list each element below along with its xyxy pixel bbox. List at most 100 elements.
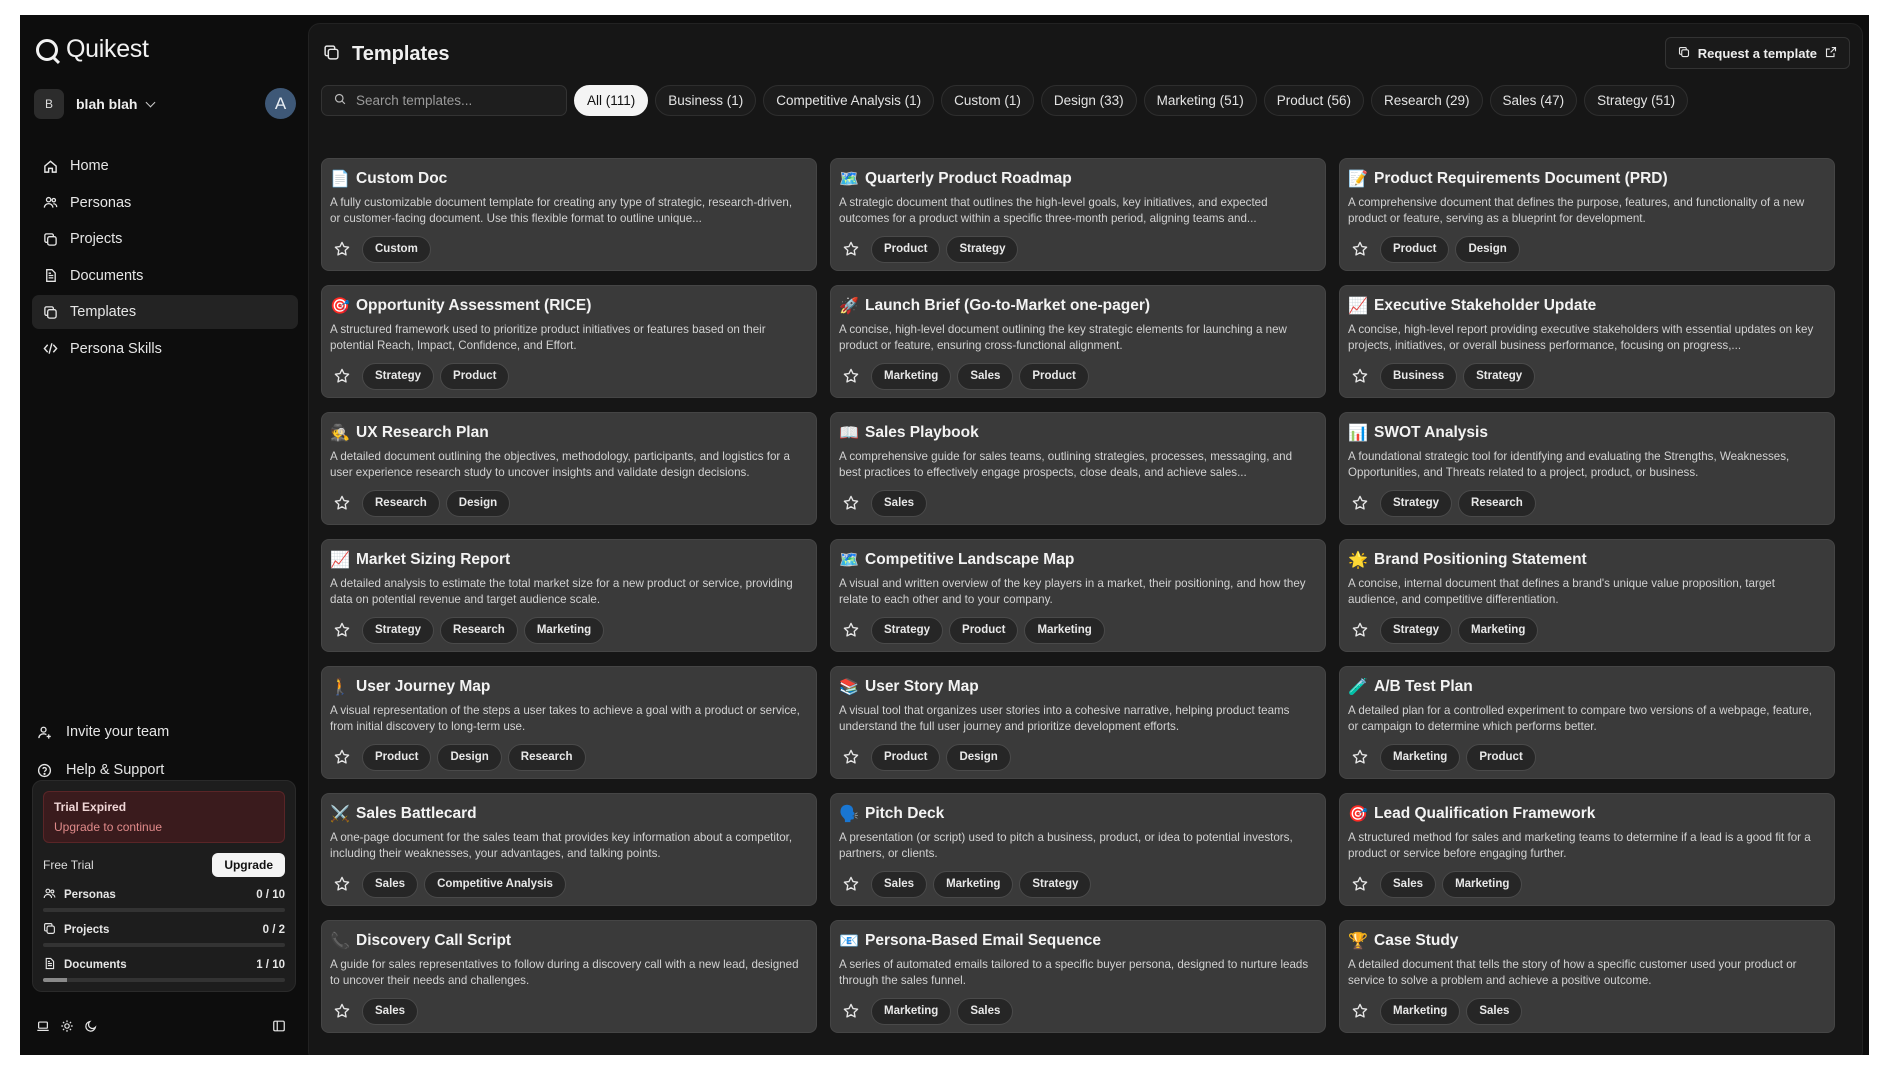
sidebar-item-personas[interactable]: Personas bbox=[32, 186, 298, 220]
tag-badge[interactable]: Strategy bbox=[362, 616, 435, 644]
search-input[interactable] bbox=[356, 93, 556, 108]
template-card[interactable]: 📞 Discovery Call Script A guide for sale… bbox=[321, 920, 817, 1033]
tag-badge[interactable]: Sales bbox=[362, 870, 419, 898]
sidebar-toggle-icon[interactable] bbox=[272, 1019, 286, 1033]
tag-badge[interactable]: Product bbox=[440, 362, 510, 390]
tag-badge[interactable]: Marketing bbox=[1442, 870, 1523, 898]
tag-badge[interactable]: Sales bbox=[871, 489, 928, 517]
tag-badge[interactable]: Marketing bbox=[871, 362, 952, 390]
tag-badge[interactable]: Marketing bbox=[523, 616, 605, 644]
template-card[interactable]: 🎯 Lead Qualification Framework A structu… bbox=[1339, 793, 1835, 906]
filter-chip[interactable]: All (111) bbox=[574, 85, 649, 116]
trial-expired-alert[interactable]: Trial Expired Upgrade to continue bbox=[43, 791, 285, 843]
user-avatar[interactable]: A bbox=[265, 88, 296, 119]
tag-badge[interactable]: Custom bbox=[362, 235, 431, 263]
tag-badge[interactable]: Marketing bbox=[871, 997, 952, 1025]
star-icon[interactable] bbox=[1346, 870, 1374, 898]
filter-chip[interactable]: Custom (1) bbox=[941, 85, 1034, 116]
tag-badge[interactable]: Design bbox=[946, 743, 1011, 771]
search-box[interactable] bbox=[321, 85, 567, 116]
filter-chip[interactable]: Competitive Analysis (1) bbox=[763, 85, 935, 116]
template-card[interactable]: 🕵️ UX Research Plan A detailed document … bbox=[321, 412, 817, 525]
tag-badge[interactable]: Sales bbox=[871, 870, 928, 898]
star-icon[interactable] bbox=[837, 616, 865, 644]
star-icon[interactable] bbox=[328, 870, 356, 898]
star-icon[interactable] bbox=[328, 489, 356, 517]
account-switcher[interactable]: B blah blah A bbox=[34, 88, 296, 120]
tag-badge[interactable]: Product bbox=[362, 743, 432, 771]
filter-chip[interactable]: Research (29) bbox=[1371, 85, 1483, 116]
sidebar-item-templates[interactable]: Templates bbox=[32, 295, 298, 330]
template-card[interactable]: 📖 Sales Playbook A comprehensive guide f… bbox=[830, 412, 1326, 525]
star-icon[interactable] bbox=[328, 235, 356, 263]
template-card[interactable]: 🏆 Case Study A detailed document that te… bbox=[1339, 920, 1835, 1033]
template-card[interactable]: 🚶 User Journey Map A visual representati… bbox=[321, 666, 817, 779]
star-icon[interactable] bbox=[328, 616, 356, 644]
star-icon[interactable] bbox=[328, 997, 356, 1025]
tag-badge[interactable]: Sales bbox=[362, 997, 419, 1025]
sidebar-item-home[interactable]: Home bbox=[32, 149, 298, 183]
tag-badge[interactable]: Strategy bbox=[1380, 616, 1453, 644]
tag-badge[interactable]: Strategy bbox=[946, 235, 1019, 263]
tag-badge[interactable]: Product bbox=[871, 235, 941, 263]
template-card[interactable]: 🚀 Launch Brief (Go-to-Market one-pager) … bbox=[830, 285, 1326, 398]
tag-badge[interactable]: Business bbox=[1380, 362, 1458, 390]
filter-chip[interactable]: Marketing (51) bbox=[1143, 85, 1257, 116]
star-icon[interactable] bbox=[837, 743, 865, 771]
star-icon[interactable] bbox=[1346, 743, 1374, 771]
template-card[interactable]: 🧪 A/B Test Plan A detailed plan for a co… bbox=[1339, 666, 1835, 779]
tag-badge[interactable]: Strategy bbox=[362, 362, 435, 390]
star-icon[interactable] bbox=[837, 362, 865, 390]
template-card[interactable]: 📝 Product Requirements Document (PRD) A … bbox=[1339, 158, 1835, 271]
filter-chip[interactable]: Strategy (51) bbox=[1584, 85, 1689, 116]
filter-chip[interactable]: Product (56) bbox=[1263, 85, 1364, 116]
template-card[interactable]: 🗺️ Quarterly Product Roadmap A strategic… bbox=[830, 158, 1326, 271]
tag-badge[interactable]: Marketing bbox=[1380, 743, 1461, 771]
template-card[interactable]: 🌟 Brand Positioning Statement A concise,… bbox=[1339, 539, 1835, 652]
tag-badge[interactable]: Design bbox=[1455, 235, 1520, 263]
laptop-icon[interactable] bbox=[36, 1019, 50, 1033]
tag-badge[interactable]: Competitive Analysis bbox=[424, 870, 566, 898]
sidebar-item-persona-skills[interactable]: Persona Skills bbox=[32, 332, 298, 366]
star-icon[interactable] bbox=[837, 235, 865, 263]
tag-badge[interactable]: Design bbox=[437, 743, 502, 771]
tag-badge[interactable]: Product bbox=[1380, 235, 1450, 263]
tag-badge[interactable]: Marketing bbox=[1024, 616, 1105, 644]
tag-badge[interactable]: Strategy bbox=[1463, 362, 1536, 390]
template-card[interactable]: 🗣️ Pitch Deck A presentation (or script)… bbox=[830, 793, 1326, 906]
star-icon[interactable] bbox=[328, 743, 356, 771]
template-card[interactable]: 📈 Executive Stakeholder Update A concise… bbox=[1339, 285, 1835, 398]
star-icon[interactable] bbox=[1346, 616, 1374, 644]
filter-chip[interactable]: Sales (47) bbox=[1489, 85, 1578, 116]
tag-badge[interactable]: Marketing bbox=[933, 870, 1014, 898]
moon-icon[interactable] bbox=[84, 1019, 98, 1033]
star-icon[interactable] bbox=[837, 489, 865, 517]
star-icon[interactable] bbox=[1346, 235, 1374, 263]
tag-badge[interactable]: Product bbox=[871, 743, 941, 771]
tag-badge[interactable]: Research bbox=[507, 743, 586, 771]
star-icon[interactable] bbox=[1346, 489, 1374, 517]
tag-badge[interactable]: Product bbox=[949, 616, 1019, 644]
star-icon[interactable] bbox=[1346, 362, 1374, 390]
filter-chip[interactable]: Business (1) bbox=[655, 85, 757, 116]
template-card[interactable]: 📊 SWOT Analysis A foundational strategic… bbox=[1339, 412, 1835, 525]
template-card[interactable]: 🎯 Opportunity Assessment (RICE) A struct… bbox=[321, 285, 817, 398]
template-card[interactable]: 📚 User Story Map A visual tool that orga… bbox=[830, 666, 1326, 779]
template-card[interactable]: ⚔️ Sales Battlecard A one-page document … bbox=[321, 793, 817, 906]
app-logo[interactable]: Quikest bbox=[36, 35, 149, 64]
star-icon[interactable] bbox=[837, 997, 865, 1025]
template-card[interactable]: 📄 Custom Doc A fully customizable docume… bbox=[321, 158, 817, 271]
sidebar-item-projects[interactable]: Projects bbox=[32, 222, 298, 256]
filter-chip[interactable]: Design (33) bbox=[1040, 85, 1137, 116]
request-template-button[interactable]: Request a template bbox=[1664, 37, 1850, 69]
tag-badge[interactable]: Strategy bbox=[1019, 870, 1092, 898]
star-icon[interactable] bbox=[1346, 997, 1374, 1025]
tag-badge[interactable]: Strategy bbox=[871, 616, 944, 644]
tag-badge[interactable]: Research bbox=[1458, 489, 1536, 517]
tag-badge[interactable]: Product bbox=[1466, 743, 1536, 771]
tag-badge[interactable]: Marketing bbox=[1458, 616, 1539, 644]
tag-badge[interactable]: Research bbox=[362, 489, 440, 517]
template-card[interactable]: 🗺️ Competitive Landscape Map A visual an… bbox=[830, 539, 1326, 652]
tag-badge[interactable]: Sales bbox=[957, 997, 1014, 1025]
star-icon[interactable] bbox=[328, 362, 356, 390]
